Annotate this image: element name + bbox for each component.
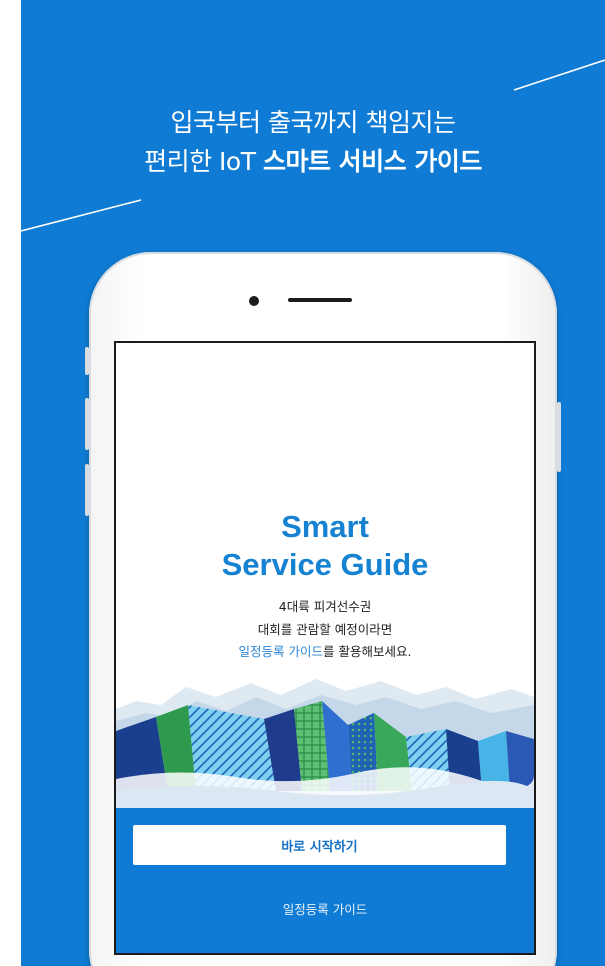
mountain-illustration <box>116 679 534 811</box>
subtitle-line3: 일정등록 가이드를 활용해보세요. <box>116 641 534 660</box>
bottom-panel: 바로 시작하기 일정등록 가이드 <box>116 808 534 953</box>
headline-line2: 편리한 IoT 스마트 서비스 가이드 <box>21 142 605 178</box>
volume-down-button <box>85 464 89 516</box>
schedule-guide-link[interactable]: 일정등록 가이드 <box>116 899 534 918</box>
app-title-line2: Service Guide <box>221 547 429 582</box>
camera-icon <box>249 296 259 306</box>
headline-line1: 입국부터 출국까지 책임지는 <box>170 108 456 137</box>
subtitle-line3-rest: 를 활용해보세요. <box>323 644 412 659</box>
subtitle-line1: 4대륙 피겨선수권 <box>278 599 372 614</box>
headline-prefix: 편리한 IoT <box>144 147 256 176</box>
speaker-icon <box>288 298 352 302</box>
promo-background: 입국부터 출국까지 책임지는 편리한 IoT 스마트 서비스 가이드 Smart… <box>21 0 605 966</box>
mute-switch <box>85 347 89 375</box>
start-now-button[interactable]: 바로 시작하기 <box>133 825 506 865</box>
headline-bold: 스마트 서비스 가이드 <box>262 147 482 176</box>
subtitle-line2: 대회를 관람할 예정이라면 <box>257 622 393 637</box>
schedule-guide-inline-link[interactable]: 일정등록 가이드 <box>239 644 323 659</box>
phone-screen: Smart Service Guide 4대륙 피겨선수권 대회를 관람할 예정… <box>114 341 536 955</box>
app-title-line1: Smart <box>281 509 369 544</box>
volume-up-button <box>85 398 89 450</box>
power-button <box>557 402 561 472</box>
phone-mockup: Smart Service Guide 4대륙 피겨선수권 대회를 관람할 예정… <box>85 252 561 966</box>
